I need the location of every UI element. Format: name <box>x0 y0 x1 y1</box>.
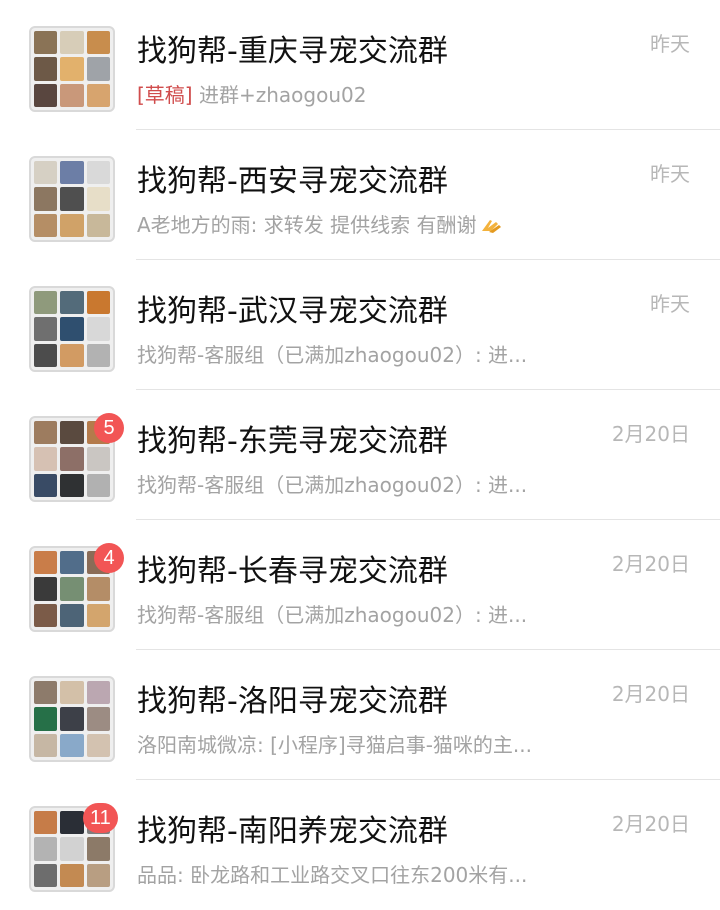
chat-preview: 品品: 卧龙路和工业路交叉口往东200米有... <box>137 863 528 887</box>
chat-item-xian[interactable]: 找狗帮-西安寻宠交流群 A老地方的雨: 求转发 提供线索 有酬谢 昨天 <box>0 130 720 260</box>
group-avatar-icon <box>29 676 115 762</box>
chat-item-wuhan[interactable]: 找狗帮-武汉寻宠交流群 找狗帮-客服组（已满加zhaogou02）: 进... … <box>0 260 720 390</box>
chat-time: 昨天 <box>650 32 690 56</box>
chat-preview: 洛阳南城微凉: [小程序]寻猫启事-猫咪的主... <box>137 733 532 757</box>
chat-time: 2月20日 <box>611 552 690 576</box>
chat-preview-text: A老地方的雨: 求转发 提供线索 有酬谢 <box>137 213 477 237</box>
chat-title: 找狗帮-洛阳寻宠交流群 <box>137 684 448 719</box>
chat-item-luoyang[interactable]: 找狗帮-洛阳寻宠交流群 洛阳南城微凉: [小程序]寻猫启事-猫咪的主... 2月… <box>0 650 720 780</box>
unread-badge: 11 <box>83 803 118 833</box>
chat-item-changchun[interactable]: 找狗帮-长春寻宠交流群 找狗帮-客服组（已满加zhaogou02）: 进... … <box>0 520 720 650</box>
chat-item-dongguan[interactable]: 找狗帮-东莞寻宠交流群 找狗帮-客服组（已满加zhaogou02）: 进... … <box>0 390 720 520</box>
chat-preview: 找狗帮-客服组（已满加zhaogou02）: 进... <box>137 603 528 627</box>
draft-label: [草稿] <box>137 83 193 107</box>
chat-title: 找狗帮-重庆寻宠交流群 <box>137 34 448 69</box>
chat-title: 找狗帮-西安寻宠交流群 <box>137 164 448 199</box>
chat-title: 找狗帮-长春寻宠交流群 <box>137 554 448 589</box>
chat-preview: [草稿] 进群+zhaogou02 <box>137 81 577 109</box>
chat-item-chongqing[interactable]: 找狗帮-重庆寻宠交流群 [草稿] 进群+zhaogou02 昨天 <box>0 0 720 130</box>
unread-badge: 4 <box>94 543 124 573</box>
chat-preview-text: 进群+zhaogou02 <box>198 83 367 107</box>
chat-time: 昨天 <box>650 292 690 316</box>
chat-preview: 找狗帮-客服组（已满加zhaogou02）: 进... <box>137 343 528 367</box>
clap-icon <box>479 213 503 233</box>
chat-preview: 找狗帮-客服组（已满加zhaogou02）: 进... <box>137 473 528 497</box>
group-avatar-icon <box>29 286 115 372</box>
unread-badge: 5 <box>94 413 124 443</box>
chat-preview: A老地方的雨: 求转发 提供线索 有酬谢 <box>137 211 577 239</box>
group-avatar-icon <box>29 156 115 242</box>
chat-item-nanyang[interactable]: 找狗帮-南阳养宠交流群 品品: 卧龙路和工业路交叉口往东200米有... 2月2… <box>0 780 720 910</box>
chat-time: 2月20日 <box>611 422 690 446</box>
chat-time: 2月20日 <box>611 682 690 706</box>
chat-time: 昨天 <box>650 162 690 186</box>
chat-title: 找狗帮-南阳养宠交流群 <box>137 814 448 849</box>
group-avatar-icon <box>29 26 115 112</box>
chat-list: 找狗帮-重庆寻宠交流群 [草稿] 进群+zhaogou02 昨天 找狗帮-西安寻… <box>0 0 720 901</box>
chat-title: 找狗帮-武汉寻宠交流群 <box>137 294 448 329</box>
chat-title: 找狗帮-东莞寻宠交流群 <box>137 424 448 459</box>
chat-time: 2月20日 <box>611 812 690 836</box>
